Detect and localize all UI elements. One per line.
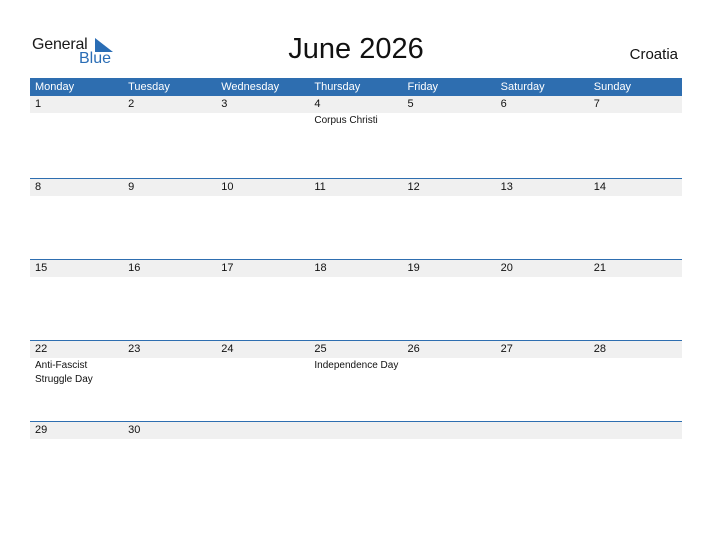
date-strip: 8 9 10 11 12 13 14 (30, 179, 682, 196)
day-number (496, 422, 589, 439)
weekday-header: Monday Tuesday Wednesday Thursday Friday Satu… (30, 78, 682, 96)
day-number: 5 (407, 98, 414, 110)
weekday-monday: Monday (35, 81, 75, 93)
day-number: 15 (35, 262, 48, 274)
events-strip: Anti-Fascist Struggle Day Independence Da… (30, 358, 682, 387)
holiday-label (403, 196, 496, 197)
holiday-label (496, 358, 589, 387)
calendar-grid: Monday Tuesday Wednesday Thursday Friday Satu… (30, 78, 682, 502)
holiday-label (589, 196, 682, 197)
day-number: 17 (221, 262, 234, 274)
day-number: 23 (128, 343, 141, 355)
day-number: 2 (128, 98, 135, 110)
events-strip: Corpus Christi (30, 113, 682, 128)
holiday-label (309, 439, 402, 440)
holiday-label (496, 113, 589, 128)
holiday-label (216, 196, 309, 197)
holiday-label (216, 439, 309, 440)
day-number: 14 (593, 181, 606, 193)
day-number: 9 (128, 181, 135, 193)
day-number: 19 (407, 262, 420, 274)
day-number (403, 422, 496, 439)
day-number: 6 (500, 98, 507, 110)
day-number: 27 (500, 343, 513, 355)
holiday-label (309, 196, 402, 197)
holiday-label: Anti-Fascist Struggle Day (35, 360, 93, 385)
day-number: 1 (35, 98, 42, 110)
holiday-label (123, 196, 216, 197)
holiday-label (496, 196, 589, 197)
holiday-label (589, 439, 682, 440)
day-number: 3 (221, 98, 228, 110)
day-number: 28 (593, 343, 606, 355)
day-number: 24 (221, 343, 234, 355)
weekday-tuesday: Tuesday (128, 81, 170, 93)
events-strip (30, 439, 682, 440)
date-strip: 1 2 3 4 5 6 7 (30, 96, 682, 113)
holiday-label (403, 113, 496, 128)
day-number: 18 (314, 262, 327, 274)
country-label: Croatia (629, 46, 678, 63)
day-number: 13 (500, 181, 513, 193)
day-number: 4 (314, 98, 321, 110)
holiday-label (309, 277, 402, 278)
holiday-label (30, 196, 123, 197)
day-number (216, 422, 309, 439)
date-strip: 15 16 17 18 19 20 21 (30, 260, 682, 277)
holiday-label: Independence Day (314, 360, 399, 371)
page-title: June 2026 (288, 33, 424, 65)
holiday-label (403, 439, 496, 440)
weekday-wednesday: Wednesday (221, 81, 280, 93)
day-number: 8 (35, 181, 42, 193)
holiday-label (589, 113, 682, 128)
week-row: 8 9 10 11 12 13 14 (30, 178, 682, 259)
holiday-label (403, 358, 496, 387)
holiday-label (123, 277, 216, 278)
day-number: 22 (35, 343, 48, 355)
holiday-label: Corpus Christi (314, 115, 378, 126)
weekday-thursday: Thursday (314, 81, 361, 93)
weekday-saturday: Saturday (500, 81, 545, 93)
day-number: 12 (407, 181, 420, 193)
holiday-label (589, 358, 682, 387)
day-number: 20 (500, 262, 513, 274)
day-number: 10 (221, 181, 234, 193)
week-row: 1 2 3 4 5 6 7 Corpus Christi (30, 96, 682, 178)
day-number: 29 (35, 424, 48, 436)
day-number: 30 (128, 424, 141, 436)
day-number (309, 422, 402, 439)
day-number: 16 (128, 262, 141, 274)
holiday-label (123, 358, 216, 387)
holiday-label (30, 113, 123, 128)
date-strip: 22 23 24 25 26 27 28 (30, 341, 682, 358)
day-number: 7 (593, 98, 600, 110)
week-row: 29 30 (30, 421, 682, 502)
date-strip: 29 30 (30, 422, 682, 439)
day-number: 26 (407, 343, 420, 355)
holiday-label (496, 277, 589, 278)
events-strip (30, 277, 682, 278)
week-row: 22 23 24 25 26 27 28 Anti-Fascist Struggle Day I… (30, 340, 682, 421)
day-number: 11 (314, 181, 326, 193)
holiday-label (30, 439, 123, 440)
holiday-label (216, 113, 309, 128)
day-number: 21 (593, 262, 606, 274)
week-row: 15 16 17 18 19 20 21 (30, 259, 682, 340)
holiday-label (496, 439, 589, 440)
holiday-label (123, 113, 216, 128)
holiday-label (216, 277, 309, 278)
events-strip (30, 196, 682, 197)
holiday-label (123, 439, 216, 440)
holiday-label (589, 277, 682, 278)
weekday-sunday: Sunday (593, 81, 632, 93)
day-number: 25 (314, 343, 327, 355)
day-number (589, 422, 682, 439)
holiday-label (403, 277, 496, 278)
weekday-friday: Friday (407, 81, 439, 93)
holiday-label (216, 358, 309, 387)
holiday-label (30, 277, 123, 278)
